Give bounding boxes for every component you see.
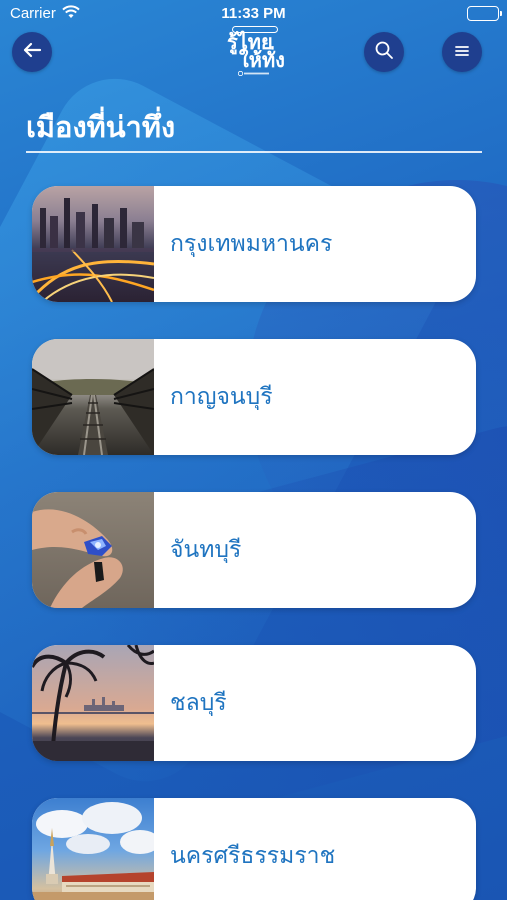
city-name: ชลบุรี: [170, 690, 227, 716]
city-name: กรุงเทพมหานคร: [170, 231, 333, 257]
clock: 11:33 PM: [221, 5, 286, 22]
search-icon: [374, 40, 394, 64]
city-name: นครศรีธรรมราช: [170, 843, 336, 869]
back-button[interactable]: [12, 32, 52, 72]
search-button[interactable]: [364, 32, 404, 72]
battery-icon: [467, 6, 502, 21]
city-card-kanchanaburi[interactable]: กาญจนบุรี: [32, 339, 476, 455]
status-bar: Carrier 11:33 PM: [0, 0, 507, 28]
city-thumbnail-chanthaburi: [32, 492, 154, 608]
logo-line-2: ให้ทั่ง: [239, 48, 285, 72]
city-thumbnail-chonburi: [32, 645, 154, 761]
city-name: จันทบุรี: [170, 537, 242, 563]
city-card-bangkok[interactable]: กรุงเทพมหานคร: [32, 186, 476, 302]
city-name: กาญจนบุรี: [170, 384, 273, 410]
city-thumbnail-nakhon-si-thammarat: [32, 798, 154, 900]
page-title: เมืองที่น่าทึ่ง: [26, 110, 176, 144]
menu-button[interactable]: [442, 32, 482, 72]
title-divider: [26, 151, 482, 153]
hamburger-menu-icon: [454, 43, 470, 62]
city-card-chonburi[interactable]: ชลบุรี: [32, 645, 476, 761]
city-card-nakhon-si-thammarat[interactable]: นครศรีธรรมราช: [32, 798, 476, 900]
city-card-chanthaburi[interactable]: จันทบุรี: [32, 492, 476, 608]
arrow-left-icon: [22, 42, 42, 62]
city-thumbnail-bangkok: [32, 186, 154, 302]
city-thumbnail-kanchanaburi: [32, 339, 154, 455]
logo-sub-mark: [237, 70, 270, 77]
app-logo: รู้ไทย ให้ทั่ง: [222, 26, 286, 78]
